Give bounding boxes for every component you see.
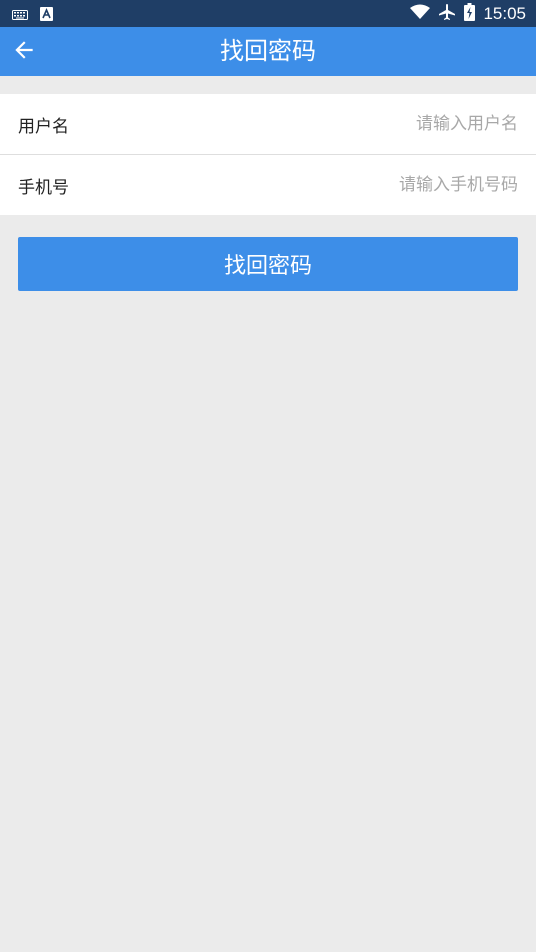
phone-label: 手机号: [18, 177, 69, 198]
status-left-icons: [12, 6, 53, 25]
phone-row: 手机号: [0, 154, 536, 215]
username-row: 用户名: [0, 94, 536, 154]
keyboard-icon: [12, 6, 28, 25]
battery-icon: [464, 2, 476, 25]
form-card: 用户名 手机号: [0, 94, 536, 215]
status-right-icons: 15:05: [410, 0, 526, 27]
wifi-icon: [410, 4, 431, 24]
status-bar: 15:05: [0, 0, 536, 27]
app-bar: 找回密码: [0, 27, 536, 76]
username-label: 用户名: [18, 116, 69, 137]
status-time: 15:05: [483, 3, 526, 23]
phone-input[interactable]: [218, 175, 518, 195]
text-input-icon: [40, 6, 53, 25]
retrieve-password-button[interactable]: 找回密码: [18, 237, 518, 291]
page-title: 找回密码: [220, 37, 316, 65]
username-input[interactable]: [218, 114, 518, 134]
airplane-icon: [438, 3, 456, 25]
